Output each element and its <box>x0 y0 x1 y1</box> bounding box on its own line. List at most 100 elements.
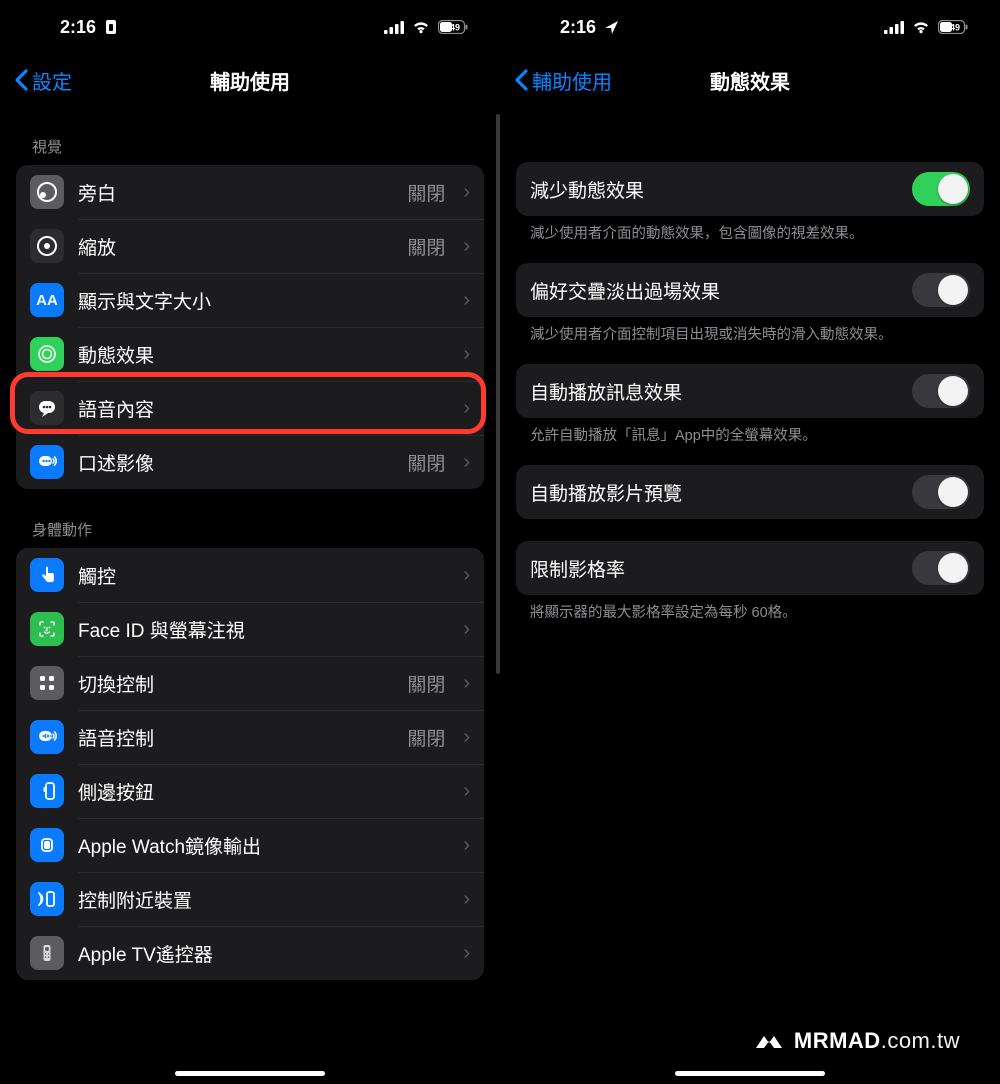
section-header-physical: 身體動作 <box>0 489 500 548</box>
chevron-right-icon: › <box>459 235 470 258</box>
row-spoken-content[interactable]: 語音內容 › <box>16 381 484 435</box>
row-autoplay-messages[interactable]: 自動播放訊息效果 <box>516 364 984 418</box>
row-appletv-remote[interactable]: Apple TV遙控器 › <box>16 926 484 980</box>
nav-bar: 設定 輔助使用 <box>0 54 500 106</box>
row-label: 限制影格率 <box>530 555 898 582</box>
chevron-right-icon: › <box>459 618 470 641</box>
group-reduce-motion: 減少動態效果 <box>516 162 984 216</box>
row-zoom[interactable]: 縮放 關閉 › <box>16 219 484 273</box>
row-label: 減少動態效果 <box>530 176 898 203</box>
row-motion[interactable]: 動態效果 › <box>16 327 484 381</box>
spoken-content-icon <box>30 391 64 425</box>
audio-descriptions-icon <box>30 445 64 479</box>
motion-icon <box>30 337 64 371</box>
row-label: 側邊按鈕 <box>78 778 445 805</box>
row-value: 關閉 <box>407 233 445 260</box>
row-limit-frame-rate[interactable]: 限制影格率 <box>516 541 984 595</box>
home-indicator[interactable] <box>175 1071 325 1076</box>
battery-icon: 49 <box>438 20 468 34</box>
row-side-button[interactable]: 側邊按鈕 › <box>16 764 484 818</box>
back-button[interactable]: 設定 <box>14 66 72 95</box>
row-label: 語音內容 <box>78 395 445 422</box>
row-label: 旁白 <box>78 179 393 206</box>
row-label: 動態效果 <box>78 341 445 368</box>
toggle-reduce-motion[interactable] <box>912 172 970 206</box>
watermark-brand: MRMAD <box>794 1028 881 1053</box>
display-text-icon: AA <box>30 283 64 317</box>
row-reduce-motion[interactable]: 減少動態效果 <box>516 162 984 216</box>
row-autoplay-video[interactable]: 自動播放影片預覽 <box>516 465 984 519</box>
back-label: 設定 <box>32 66 72 95</box>
row-label: 觸控 <box>78 562 445 589</box>
phone-right: 2:16 49 輔助使用 動態效 <box>500 0 1000 1084</box>
row-value: 關閉 <box>407 179 445 206</box>
home-indicator[interactable] <box>675 1071 825 1076</box>
wifi-icon <box>911 20 931 34</box>
status-time: 2:16 <box>60 17 96 38</box>
row-voice-control[interactable]: 語音控制 關閉 › <box>16 710 484 764</box>
row-label: 自動播放訊息效果 <box>530 378 898 405</box>
row-switch-control[interactable]: 切換控制 關閉 › <box>16 656 484 710</box>
group-autoplay-messages: 自動播放訊息效果 <box>516 364 984 418</box>
group-autoplay-video: 自動播放影片預覽 <box>516 465 984 519</box>
page-title: 輔助使用 <box>0 66 500 95</box>
row-watch-mirror[interactable]: Apple Watch鏡像輸出 › <box>16 818 484 872</box>
chevron-right-icon: › <box>459 672 470 695</box>
status-bar: 2:16 49 <box>500 0 1000 54</box>
row-label: 顯示與文字大小 <box>78 287 445 314</box>
row-label: 口述影像 <box>78 449 393 476</box>
toggle-limit-frame-rate[interactable] <box>912 551 970 585</box>
touch-icon <box>30 558 64 592</box>
cell-signal-icon <box>884 21 904 34</box>
watermark-logo-icon <box>754 1030 784 1052</box>
note-autoplay-messages: 允許自動播放「訊息」App中的全螢幕效果。 <box>500 418 1000 465</box>
cell-signal-icon <box>384 21 404 34</box>
watermark: MRMAD.com.tw <box>754 1028 960 1054</box>
toggle-autoplay-messages[interactable] <box>912 374 970 408</box>
battery-icon: 49 <box>938 20 968 34</box>
row-label: 切換控制 <box>78 670 393 697</box>
back-button[interactable]: 輔助使用 <box>514 66 612 95</box>
row-touch[interactable]: 觸控 › <box>16 548 484 602</box>
row-audio-descriptions[interactable]: 口述影像 關閉 › <box>16 435 484 489</box>
note-crossfade: 減少使用者介面控制項目出現或消失時的滑入動態效果。 <box>500 317 1000 364</box>
row-label: Face ID 與螢幕注視 <box>78 616 445 643</box>
row-faceid[interactable]: Face ID 與螢幕注視 › <box>16 602 484 656</box>
note-limit-frame-rate: 將顯示器的最大影格率設定為每秒 60格。 <box>500 595 1000 642</box>
nearby-devices-icon <box>30 882 64 916</box>
row-display-text[interactable]: AA 顯示與文字大小 › <box>16 273 484 327</box>
group-crossfade: 偏好交疊淡出過場效果 <box>516 263 984 317</box>
row-label: 語音控制 <box>78 724 393 751</box>
row-crossfade[interactable]: 偏好交疊淡出過場效果 <box>516 263 984 317</box>
chevron-right-icon: › <box>459 564 470 587</box>
row-label: 縮放 <box>78 233 393 260</box>
chevron-right-icon: › <box>459 780 470 803</box>
svg-text:49: 49 <box>450 23 460 33</box>
toggle-crossfade[interactable] <box>912 273 970 307</box>
row-label: 自動播放影片預覽 <box>530 479 898 506</box>
row-label: 偏好交疊淡出過場效果 <box>530 277 898 304</box>
chevron-right-icon: › <box>459 451 470 474</box>
chevron-right-icon: › <box>459 726 470 749</box>
status-bar: 2:16 49 <box>0 0 500 54</box>
sim-icon <box>104 19 118 35</box>
toggle-autoplay-video[interactable] <box>912 475 970 509</box>
chevron-right-icon: › <box>459 181 470 204</box>
side-button-icon <box>30 774 64 808</box>
row-voiceover[interactable]: 旁白 關閉 › <box>16 165 484 219</box>
chevron-left-icon <box>14 69 28 91</box>
wifi-icon <box>411 20 431 34</box>
row-value: 關閉 <box>407 670 445 697</box>
switch-control-icon <box>30 666 64 700</box>
group-visual: 旁白 關閉 › 縮放 關閉 › AA 顯示與文字大小 › 動態效果 › <box>16 165 484 489</box>
phone-left: 2:16 49 設定 輔助使用 <box>0 0 500 1084</box>
row-label: Apple Watch鏡像輸出 <box>78 832 445 859</box>
chevron-right-icon: › <box>459 289 470 312</box>
group-limit-frame-rate: 限制影格率 <box>516 541 984 595</box>
chevron-right-icon: › <box>459 834 470 857</box>
faceid-icon <box>30 612 64 646</box>
watch-mirror-icon <box>30 828 64 862</box>
appletv-remote-icon <box>30 936 64 970</box>
row-nearby-devices[interactable]: 控制附近裝置 › <box>16 872 484 926</box>
location-icon <box>604 20 619 35</box>
